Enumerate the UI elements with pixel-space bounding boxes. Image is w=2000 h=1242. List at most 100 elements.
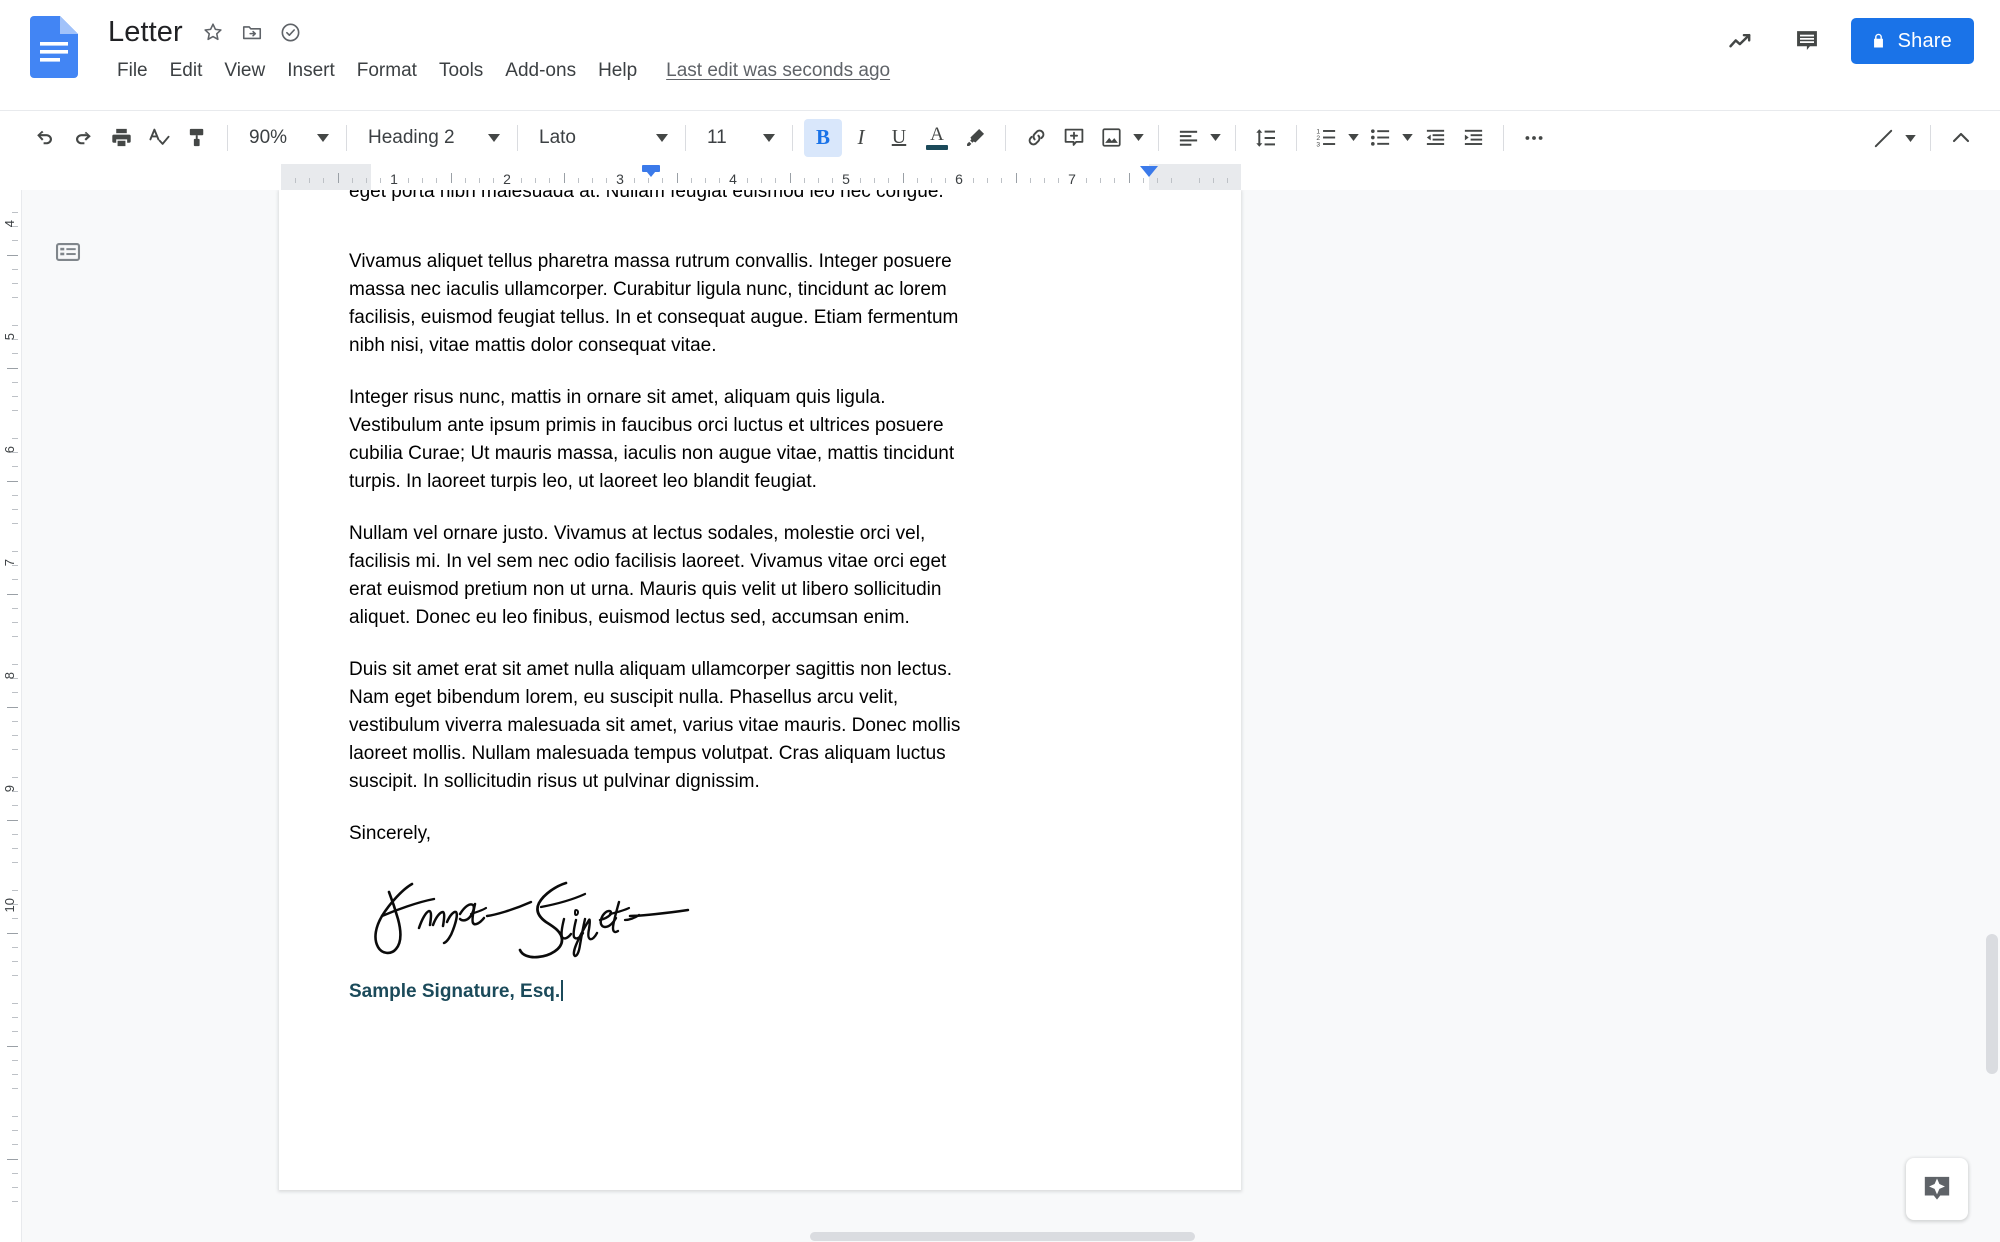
document-outline-icon[interactable]: [48, 232, 88, 272]
document-body[interactable]: eget porta nibh malesuada at. Nullam feu…: [349, 190, 979, 1006]
ruler-tick: [12, 960, 18, 962]
ruler-tick: [12, 395, 18, 397]
undo-icon[interactable]: [26, 119, 64, 157]
italic-button[interactable]: I: [842, 119, 880, 157]
ruler-tick: [12, 847, 18, 849]
menu-item-addons[interactable]: Add-ons: [494, 56, 587, 86]
toolbar-divider: [792, 124, 793, 151]
bulleted-list-button[interactable]: [1362, 119, 1416, 157]
menu-item-insert[interactable]: Insert: [276, 56, 346, 86]
ruler-tick: [12, 353, 18, 355]
ruler-tick: [478, 178, 480, 183]
vertical-ruler[interactable]: 4 5 6 7 8 9 10: [0, 190, 22, 1242]
ruler-tick: [12, 861, 18, 863]
ruler-tick: [7, 367, 18, 369]
ruler-tick: [860, 178, 862, 183]
ruler-tick: [676, 173, 678, 183]
print-icon[interactable]: [102, 119, 140, 157]
ruler-tick: [7, 819, 18, 821]
chevron-down-icon: [1206, 134, 1224, 141]
ruler-number: 9: [2, 785, 17, 793]
ruler-tick: [7, 254, 18, 256]
bold-button[interactable]: B: [804, 118, 842, 157]
align-left-icon: [1170, 126, 1206, 149]
insert-image-icon: [1093, 126, 1129, 149]
text-color-button[interactable]: A: [918, 119, 956, 157]
ruler-tick: [987, 178, 989, 183]
title-row: Letter: [104, 10, 890, 54]
toolbar-divider: [1296, 124, 1297, 151]
ruler-tick: [803, 178, 805, 183]
menu-item-view[interactable]: View: [213, 56, 276, 86]
menu-item-file[interactable]: File: [106, 56, 159, 86]
menu-item-edit[interactable]: Edit: [159, 56, 214, 86]
ruler-tick: [1015, 173, 1017, 183]
more-options-icon[interactable]: [1515, 119, 1553, 157]
font-family-selector[interactable]: Lato: [529, 119, 674, 157]
line-spacing-icon[interactable]: [1247, 119, 1285, 157]
svg-text:3: 3: [1316, 141, 1320, 148]
ruler-tick: [1128, 173, 1130, 183]
menu-item-format[interactable]: Format: [346, 56, 428, 86]
horizontal-scrollbar-thumb[interactable]: [810, 1232, 1195, 1241]
insert-image-button[interactable]: [1093, 119, 1147, 157]
ruler-tick: [973, 178, 975, 183]
vertical-scrollbar-thumb[interactable]: [1986, 934, 1998, 1074]
ruler-tick: [1086, 178, 1088, 183]
explore-button[interactable]: [1906, 1158, 1968, 1220]
vertical-scrollbar[interactable]: [1986, 194, 1998, 1234]
paragraph-style-selector[interactable]: Heading 2: [358, 119, 506, 157]
handwritten-signature[interactable]: [367, 872, 979, 962]
menu-item-help[interactable]: Help: [587, 56, 648, 86]
horizontal-scrollbar[interactable]: [0, 1232, 2000, 1242]
ruler-tick: [12, 212, 18, 214]
increase-indent-icon[interactable]: [1454, 119, 1492, 157]
numbered-list-button[interactable]: 1 2 3: [1308, 119, 1362, 157]
activity-trend-icon[interactable]: [1719, 19, 1763, 63]
document-page[interactable]: eget porta nibh malesuada at. Nullam feu…: [279, 190, 1241, 1190]
move-to-folder-icon[interactable]: [239, 19, 265, 45]
comment-history-icon[interactable]: [1785, 19, 1829, 63]
signature-caption-line: Sample Signature, Esq.: [349, 972, 979, 1006]
ruler-tick: [436, 178, 438, 183]
ruler-tick: [12, 1130, 18, 1132]
add-comment-icon[interactable]: [1055, 119, 1093, 157]
last-edit-status[interactable]: Last edit was seconds ago: [666, 60, 890, 82]
redo-icon[interactable]: [64, 119, 102, 157]
ruler-tick: [12, 692, 18, 694]
menu-item-tools[interactable]: Tools: [428, 56, 494, 86]
ruler-track: [371, 164, 1149, 190]
horizontal-ruler[interactable]: 1 2 3 4 5 6 7: [0, 164, 2000, 190]
collapse-toolbar-icon[interactable]: [1942, 119, 1980, 157]
ruler-tick: [7, 706, 18, 708]
toolbar-divider: [685, 124, 686, 151]
highlight-icon[interactable]: [956, 119, 994, 157]
ruler-tick: [1100, 178, 1102, 183]
left-indent-marker[interactable]: [642, 166, 660, 177]
text-color-label: A: [930, 124, 944, 145]
right-indent-marker[interactable]: [1140, 166, 1158, 177]
menubar: File Edit View Insert Format Tools Add-o…: [104, 56, 890, 86]
ruler-tick: [12, 635, 18, 637]
underline-button[interactable]: U: [880, 119, 918, 157]
share-button[interactable]: Share: [1850, 18, 1974, 64]
ruler-tick: [662, 178, 664, 183]
ruler-tick: [12, 805, 18, 807]
ruler-number: 3: [616, 171, 624, 187]
ruler-tick: [12, 748, 18, 750]
app-header: Letter File Edit View Insert Format Tool…: [0, 0, 2000, 110]
ruler-tick: [464, 178, 466, 183]
cloud-saved-icon[interactable]: [278, 19, 304, 45]
page-title[interactable]: Letter: [104, 16, 187, 49]
font-size-selector[interactable]: 11: [697, 119, 781, 157]
decrease-indent-icon[interactable]: [1416, 119, 1454, 157]
google-docs-logo[interactable]: [30, 16, 78, 78]
star-icon[interactable]: [200, 19, 226, 45]
paint-format-icon[interactable]: [178, 119, 216, 157]
edit-mode-button[interactable]: [1865, 119, 1919, 157]
align-button[interactable]: [1170, 119, 1224, 157]
spellcheck-icon[interactable]: [140, 119, 178, 157]
ruler-tick: [12, 621, 18, 623]
zoom-selector[interactable]: 90%: [239, 119, 335, 157]
insert-link-icon[interactable]: [1017, 119, 1055, 157]
